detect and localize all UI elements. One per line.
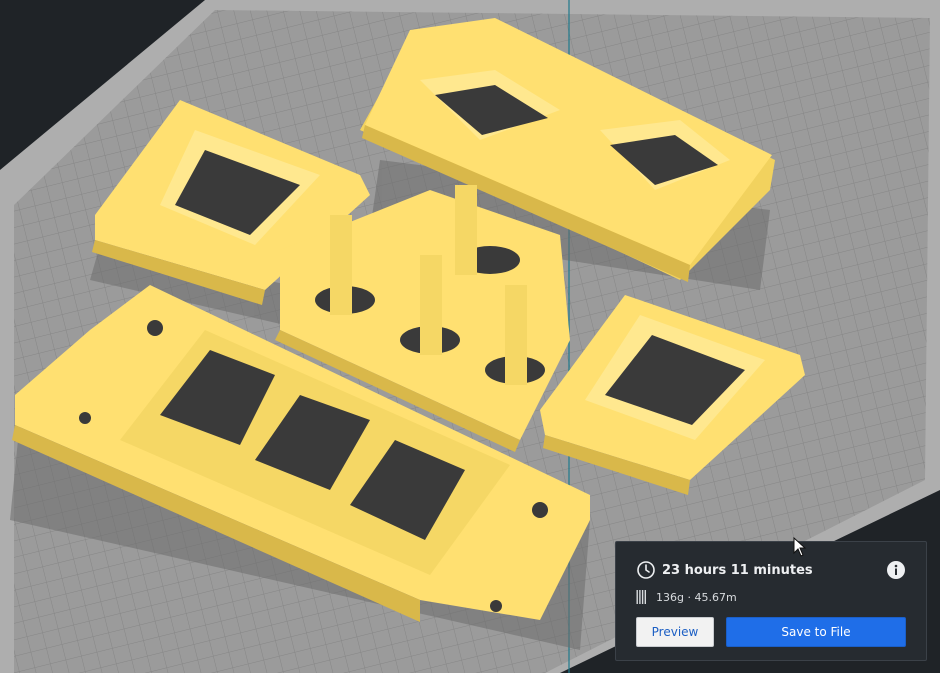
preview-button[interactable]: Preview	[636, 617, 714, 647]
print-time-row: 23 hours 11 minutes	[636, 560, 813, 580]
info-icon[interactable]	[886, 560, 906, 580]
save-to-file-button[interactable]: Save to File	[726, 617, 906, 647]
material-usage-row: 136g · 45.67m	[636, 588, 737, 606]
clock-icon	[637, 561, 655, 579]
material-usage: 136g · 45.67m	[656, 590, 737, 604]
print-summary-panel: 23 hours 11 minutes 136g · 45.67m Previe…	[615, 541, 927, 661]
print-time: 23 hours 11 minutes	[662, 562, 813, 578]
filament-spool-icon	[636, 590, 646, 604]
mouse-cursor-icon	[793, 537, 807, 557]
